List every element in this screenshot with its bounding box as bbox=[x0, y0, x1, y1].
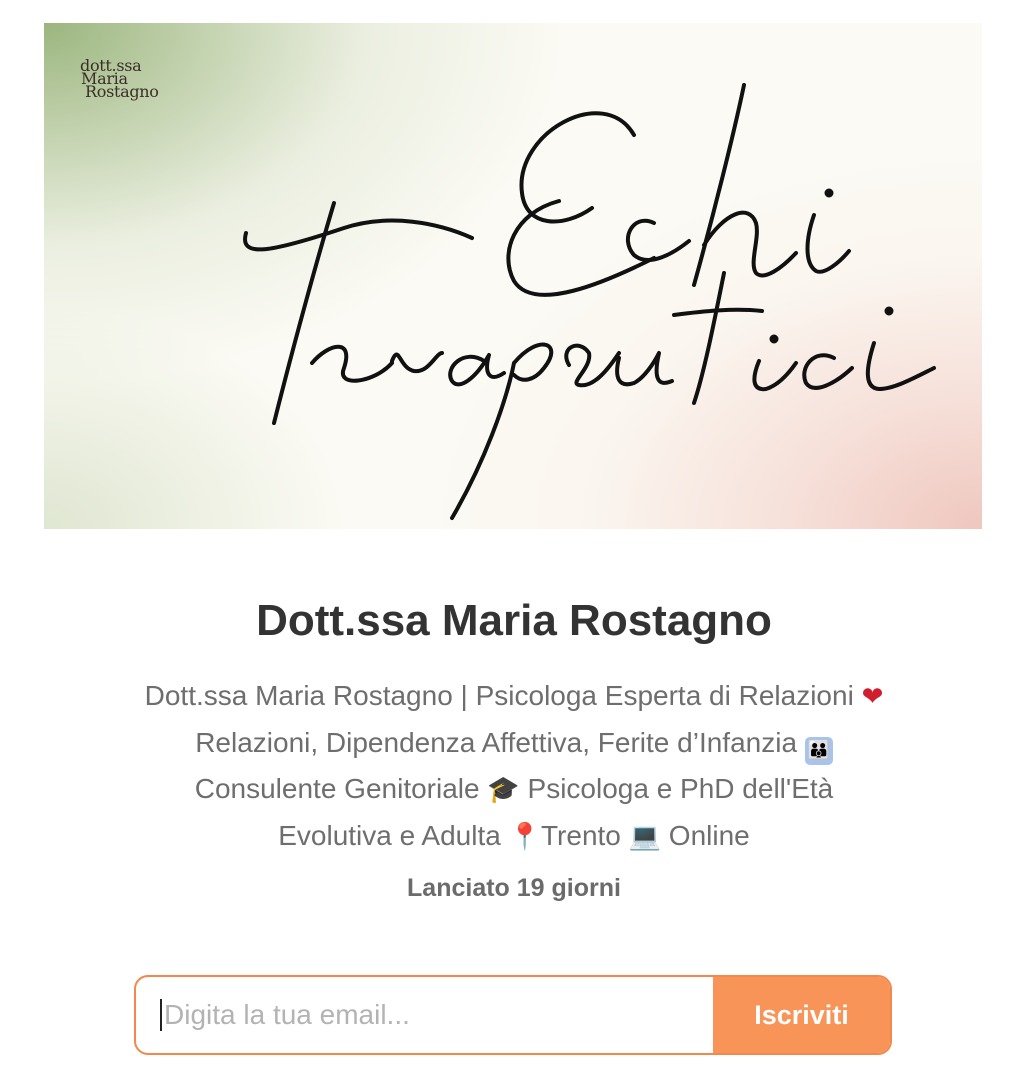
bio-text-1: Dott.ssa Maria Rostagno | Psicologa Espe… bbox=[144, 680, 862, 711]
bio-text-6: Online bbox=[661, 820, 750, 851]
subscribe-button[interactable]: Iscriviti bbox=[713, 977, 890, 1053]
laptop-icon: 💻 bbox=[628, 822, 662, 852]
bio-text-5: Trento bbox=[540, 820, 629, 851]
headline-script bbox=[243, 83, 936, 520]
bio-text-3: Consulente Genitoriale bbox=[194, 773, 488, 804]
heart-icon: ❤ bbox=[861, 682, 884, 712]
publication-description: Dott.ssa Maria Rostagno | Psicologa Espe… bbox=[140, 673, 888, 860]
family-icon: 👪 bbox=[804, 737, 833, 765]
bio-text-2: Relazioni, Dipendenza Affettiva, Ferite … bbox=[195, 727, 805, 758]
graduation-cap-icon: 🎓 bbox=[487, 775, 520, 805]
subscribe-form: Iscriviti bbox=[134, 975, 892, 1055]
publication-landing: dott.ssa Maria Rostagno Dott.ssa Maria R… bbox=[0, 0, 1028, 1076]
cover-banner: dott.ssa Maria Rostagno bbox=[44, 23, 982, 529]
headline-echi bbox=[506, 83, 851, 297]
headline-terapeutici bbox=[243, 201, 936, 520]
location-pin-icon: 📍 bbox=[508, 822, 541, 852]
launch-info: Lanciato 19 giorni bbox=[407, 874, 621, 902]
publication-title: Dott.ssa Maria Rostagno bbox=[256, 596, 772, 645]
email-input[interactable] bbox=[160, 999, 713, 1031]
